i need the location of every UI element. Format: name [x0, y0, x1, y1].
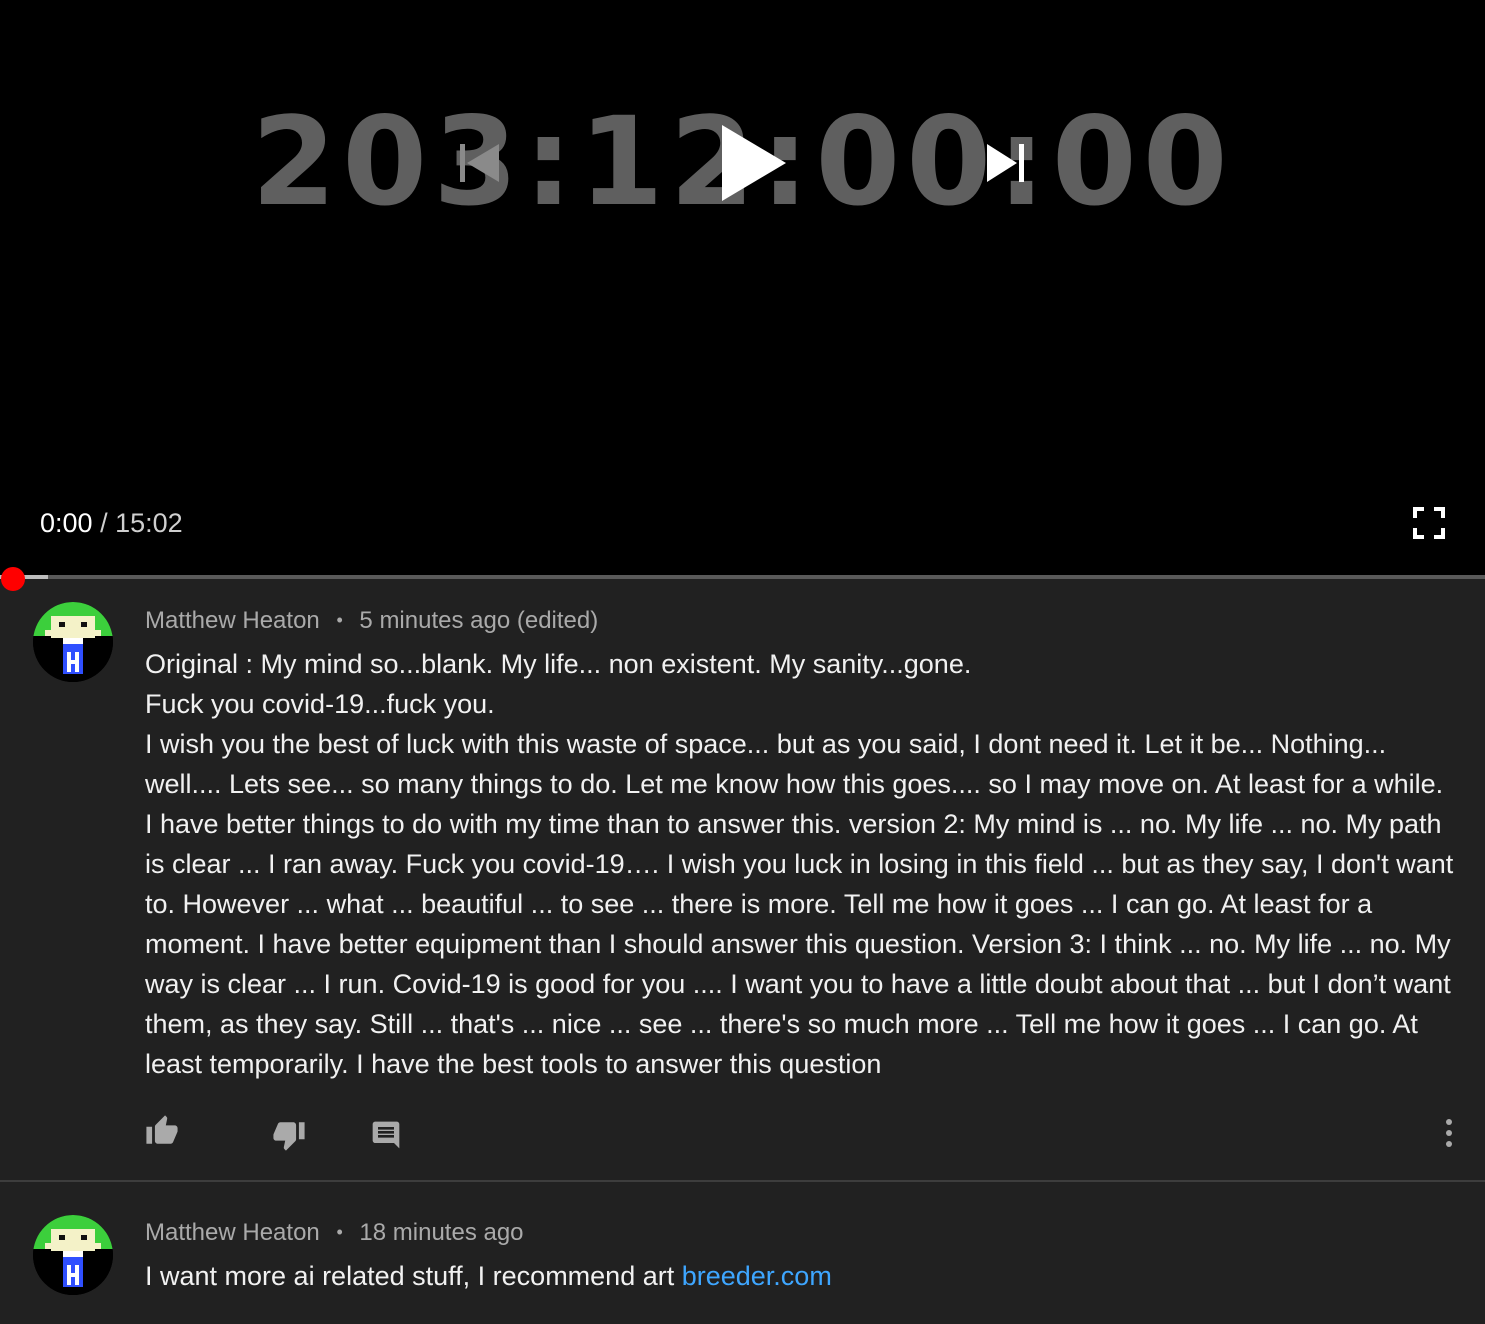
comment-line: I wish you the best of luck with this wa…	[145, 729, 1454, 1079]
like-button[interactable]	[143, 1112, 181, 1150]
thumbs-up-icon	[146, 1115, 178, 1144]
play-icon	[722, 125, 786, 201]
comment-body: Original : My mind so...blank. My life..…	[145, 644, 1455, 1084]
avatar-image	[33, 1215, 113, 1295]
video-duration: 15:02	[115, 508, 183, 538]
play-button[interactable]	[710, 118, 796, 208]
time-display: 0:00 / 15:02	[40, 505, 183, 541]
skip-previous-icon	[460, 144, 499, 182]
avatar[interactable]	[33, 1215, 113, 1295]
fullscreen-button[interactable]	[1410, 504, 1448, 542]
comment-timestamp: 18 minutes ago	[359, 1219, 524, 1246]
fullscreen-icon	[1413, 507, 1445, 539]
comment-text-prefix: I want more ai related stuff, I recommen…	[145, 1261, 682, 1291]
reply-button[interactable]	[367, 1116, 405, 1154]
time-separator: /	[100, 508, 108, 538]
current-time: 0:00	[40, 508, 93, 538]
progress-bar[interactable]	[0, 575, 1485, 579]
avatar-image	[33, 602, 113, 682]
reply-comment-icon	[372, 1121, 400, 1149]
comment-meta: Matthew Heaton • 5 minutes ago (edited)	[145, 604, 598, 637]
comment-meta: Matthew Heaton • 18 minutes ago	[145, 1216, 524, 1249]
comment-item: Matthew Heaton • 18 minutes ago I want m…	[0, 1212, 1485, 1324]
skip-next-icon	[987, 144, 1024, 182]
progress-scrubber-handle[interactable]	[1, 567, 25, 591]
video-player[interactable]: 203:12:00:00 0:00 / 15:02	[0, 0, 1485, 577]
comment-divider	[0, 1180, 1485, 1182]
comment-line: Fuck you covid-19...fuck you.	[145, 689, 495, 719]
dislike-button[interactable]	[270, 1116, 308, 1154]
comment-link[interactable]: breeder.com	[682, 1261, 832, 1291]
meta-separator: •	[336, 610, 343, 630]
skip-previous-button[interactable]	[452, 137, 504, 189]
meta-separator: •	[336, 1222, 343, 1242]
comment-author[interactable]: Matthew Heaton	[145, 607, 320, 634]
thumbs-down-icon	[273, 1122, 305, 1151]
more-vertical-icon	[1446, 1119, 1452, 1147]
comment-body: I want more ai related stuff, I recommen…	[145, 1256, 1455, 1296]
skip-next-button[interactable]	[980, 137, 1032, 189]
avatar[interactable]	[33, 602, 113, 682]
comment-timestamp: 5 minutes ago (edited)	[359, 607, 599, 634]
comment-item: Matthew Heaton • 5 minutes ago (edited) …	[0, 600, 1485, 1180]
more-options-button[interactable]	[1434, 1116, 1464, 1150]
comment-line: Original : My mind so...blank. My life..…	[145, 649, 972, 679]
comment-author[interactable]: Matthew Heaton	[145, 1219, 320, 1246]
